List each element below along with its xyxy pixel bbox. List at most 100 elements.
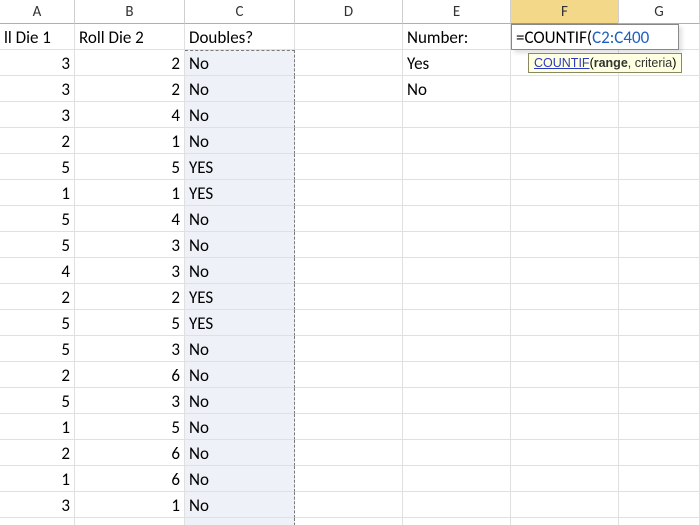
cell-G12[interactable] xyxy=(619,310,700,336)
cell-C9[interactable]: No xyxy=(185,232,295,258)
cell-E20[interactable] xyxy=(403,518,511,525)
cell-B10[interactable]: 3 xyxy=(75,258,185,284)
cell-G17[interactable] xyxy=(619,440,700,466)
cell-A9[interactable]: 5 xyxy=(0,232,75,258)
cell-G6[interactable] xyxy=(619,154,700,180)
cell-E14[interactable] xyxy=(403,362,511,388)
cell-E2[interactable]: Yes xyxy=(403,50,511,76)
cell-F14[interactable] xyxy=(511,362,619,388)
cell-F17[interactable] xyxy=(511,440,619,466)
cell-C19[interactable]: No xyxy=(185,492,295,518)
cell-F11[interactable] xyxy=(511,284,619,310)
cell-E9[interactable] xyxy=(403,232,511,258)
cell-B8[interactable]: 4 xyxy=(75,206,185,232)
cell-F6[interactable] xyxy=(511,154,619,180)
cell-D10[interactable] xyxy=(295,258,403,284)
cell-F19[interactable] xyxy=(511,492,619,518)
cell-C12[interactable]: YES xyxy=(185,310,295,336)
cell-F5[interactable] xyxy=(511,128,619,154)
cell-G5[interactable] xyxy=(619,128,700,154)
cell-A5[interactable]: 2 xyxy=(0,128,75,154)
tooltip-function-name[interactable]: COUNTIF xyxy=(534,56,590,70)
cell-D15[interactable] xyxy=(295,388,403,414)
cell-F16[interactable] xyxy=(511,414,619,440)
cell-A20[interactable]: 3 xyxy=(0,518,75,525)
cell-D18[interactable] xyxy=(295,466,403,492)
cell-C10[interactable]: No xyxy=(185,258,295,284)
cell-C15[interactable]: No xyxy=(185,388,295,414)
cell-B14[interactable]: 6 xyxy=(75,362,185,388)
cell-G4[interactable] xyxy=(619,102,700,128)
cell-G11[interactable] xyxy=(619,284,700,310)
cell-A16[interactable]: 1 xyxy=(0,414,75,440)
cell-F18[interactable] xyxy=(511,466,619,492)
cell-C2[interactable]: No xyxy=(185,50,295,76)
cell-D5[interactable] xyxy=(295,128,403,154)
tooltip-arg-range[interactable]: range xyxy=(594,56,628,70)
cell-C13[interactable]: No xyxy=(185,336,295,362)
header-cell-D[interactable] xyxy=(295,24,403,50)
cell-A4[interactable]: 3 xyxy=(0,102,75,128)
cell-C7[interactable]: YES xyxy=(185,180,295,206)
cell-D16[interactable] xyxy=(295,414,403,440)
cell-F13[interactable] xyxy=(511,336,619,362)
cell-D11[interactable] xyxy=(295,284,403,310)
cell-A3[interactable]: 3 xyxy=(0,76,75,102)
cell-D9[interactable] xyxy=(295,232,403,258)
cell-D6[interactable] xyxy=(295,154,403,180)
cell-E4[interactable] xyxy=(403,102,511,128)
cell-E18[interactable] xyxy=(403,466,511,492)
cell-G3[interactable] xyxy=(619,76,700,102)
cell-A7[interactable]: 1 xyxy=(0,180,75,206)
cell-B4[interactable]: 4 xyxy=(75,102,185,128)
cell-A2[interactable]: 3 xyxy=(0,50,75,76)
cell-B11[interactable]: 2 xyxy=(75,284,185,310)
cell-F12[interactable] xyxy=(511,310,619,336)
cell-E8[interactable] xyxy=(403,206,511,232)
cell-F7[interactable] xyxy=(511,180,619,206)
cell-E10[interactable] xyxy=(403,258,511,284)
cell-G18[interactable] xyxy=(619,466,700,492)
cell-E7[interactable] xyxy=(403,180,511,206)
cell-C14[interactable]: No xyxy=(185,362,295,388)
spreadsheet-grid[interactable]: ABCDEFGll Die 1Roll Die 2Doubles?Number:… xyxy=(0,0,700,525)
cell-D13[interactable] xyxy=(295,336,403,362)
cell-A19[interactable]: 3 xyxy=(0,492,75,518)
cell-B16[interactable]: 5 xyxy=(75,414,185,440)
cell-E6[interactable] xyxy=(403,154,511,180)
cell-B17[interactable]: 6 xyxy=(75,440,185,466)
cell-E13[interactable] xyxy=(403,336,511,362)
cell-C11[interactable]: YES xyxy=(185,284,295,310)
cell-E11[interactable] xyxy=(403,284,511,310)
cell-C18[interactable]: No xyxy=(185,466,295,492)
cell-F3[interactable] xyxy=(511,76,619,102)
cell-B6[interactable]: 5 xyxy=(75,154,185,180)
header-cell-F[interactable] xyxy=(511,24,619,50)
cell-A15[interactable]: 5 xyxy=(0,388,75,414)
cell-E5[interactable] xyxy=(403,128,511,154)
cell-B7[interactable]: 1 xyxy=(75,180,185,206)
cell-E12[interactable] xyxy=(403,310,511,336)
cell-B18[interactable]: 6 xyxy=(75,466,185,492)
cell-A18[interactable]: 1 xyxy=(0,466,75,492)
cell-B2[interactable]: 2 xyxy=(75,50,185,76)
cell-A11[interactable]: 2 xyxy=(0,284,75,310)
cell-E15[interactable] xyxy=(403,388,511,414)
cell-C6[interactable]: YES xyxy=(185,154,295,180)
cell-C4[interactable]: No xyxy=(185,102,295,128)
cell-A8[interactable]: 5 xyxy=(0,206,75,232)
column-header-G[interactable]: G xyxy=(619,0,700,24)
header-cell-E[interactable]: Number: xyxy=(403,24,511,50)
cell-C20[interactable]: No xyxy=(185,518,295,525)
header-cell-A[interactable]: ll Die 1 xyxy=(0,24,75,50)
cell-A13[interactable]: 5 xyxy=(0,336,75,362)
header-cell-B[interactable]: Roll Die 2 xyxy=(75,24,185,50)
cell-B5[interactable]: 1 xyxy=(75,128,185,154)
cell-A17[interactable]: 2 xyxy=(0,440,75,466)
cell-F15[interactable] xyxy=(511,388,619,414)
cell-G7[interactable] xyxy=(619,180,700,206)
cell-A14[interactable]: 2 xyxy=(0,362,75,388)
cell-G8[interactable] xyxy=(619,206,700,232)
cell-B9[interactable]: 3 xyxy=(75,232,185,258)
cell-D2[interactable] xyxy=(295,50,403,76)
